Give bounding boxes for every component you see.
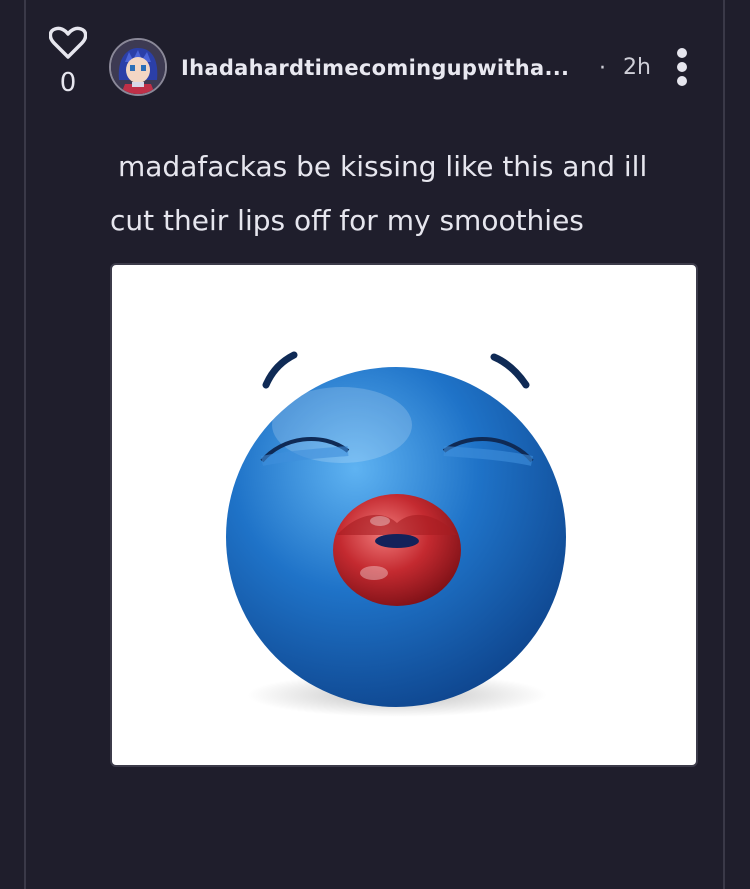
kissing-face-icon [226, 351, 566, 717]
like-control: 0 [48, 26, 88, 98]
username[interactable]: Ihadahardtimecomingupwitha... [181, 56, 569, 80]
right-border [723, 0, 725, 889]
separator-dot: · [599, 56, 606, 81]
more-vertical-icon[interactable] [671, 48, 693, 88]
post-text-line-1: madafackas be kissing like this and ill [118, 150, 648, 183]
left-border [24, 0, 26, 889]
like-count: 0 [59, 68, 77, 98]
post-time: 2h [623, 55, 651, 80]
post-text-line-2: cut their lips off for my smoothies [110, 204, 584, 237]
avatar[interactable] [109, 38, 167, 96]
post-header: Ihadahardtimecomingupwitha... · 2h [109, 38, 709, 100]
post-body: madafackas be kissing like this and ill … [110, 140, 690, 248]
post-image[interactable] [110, 263, 698, 767]
heart-icon[interactable] [48, 26, 88, 64]
